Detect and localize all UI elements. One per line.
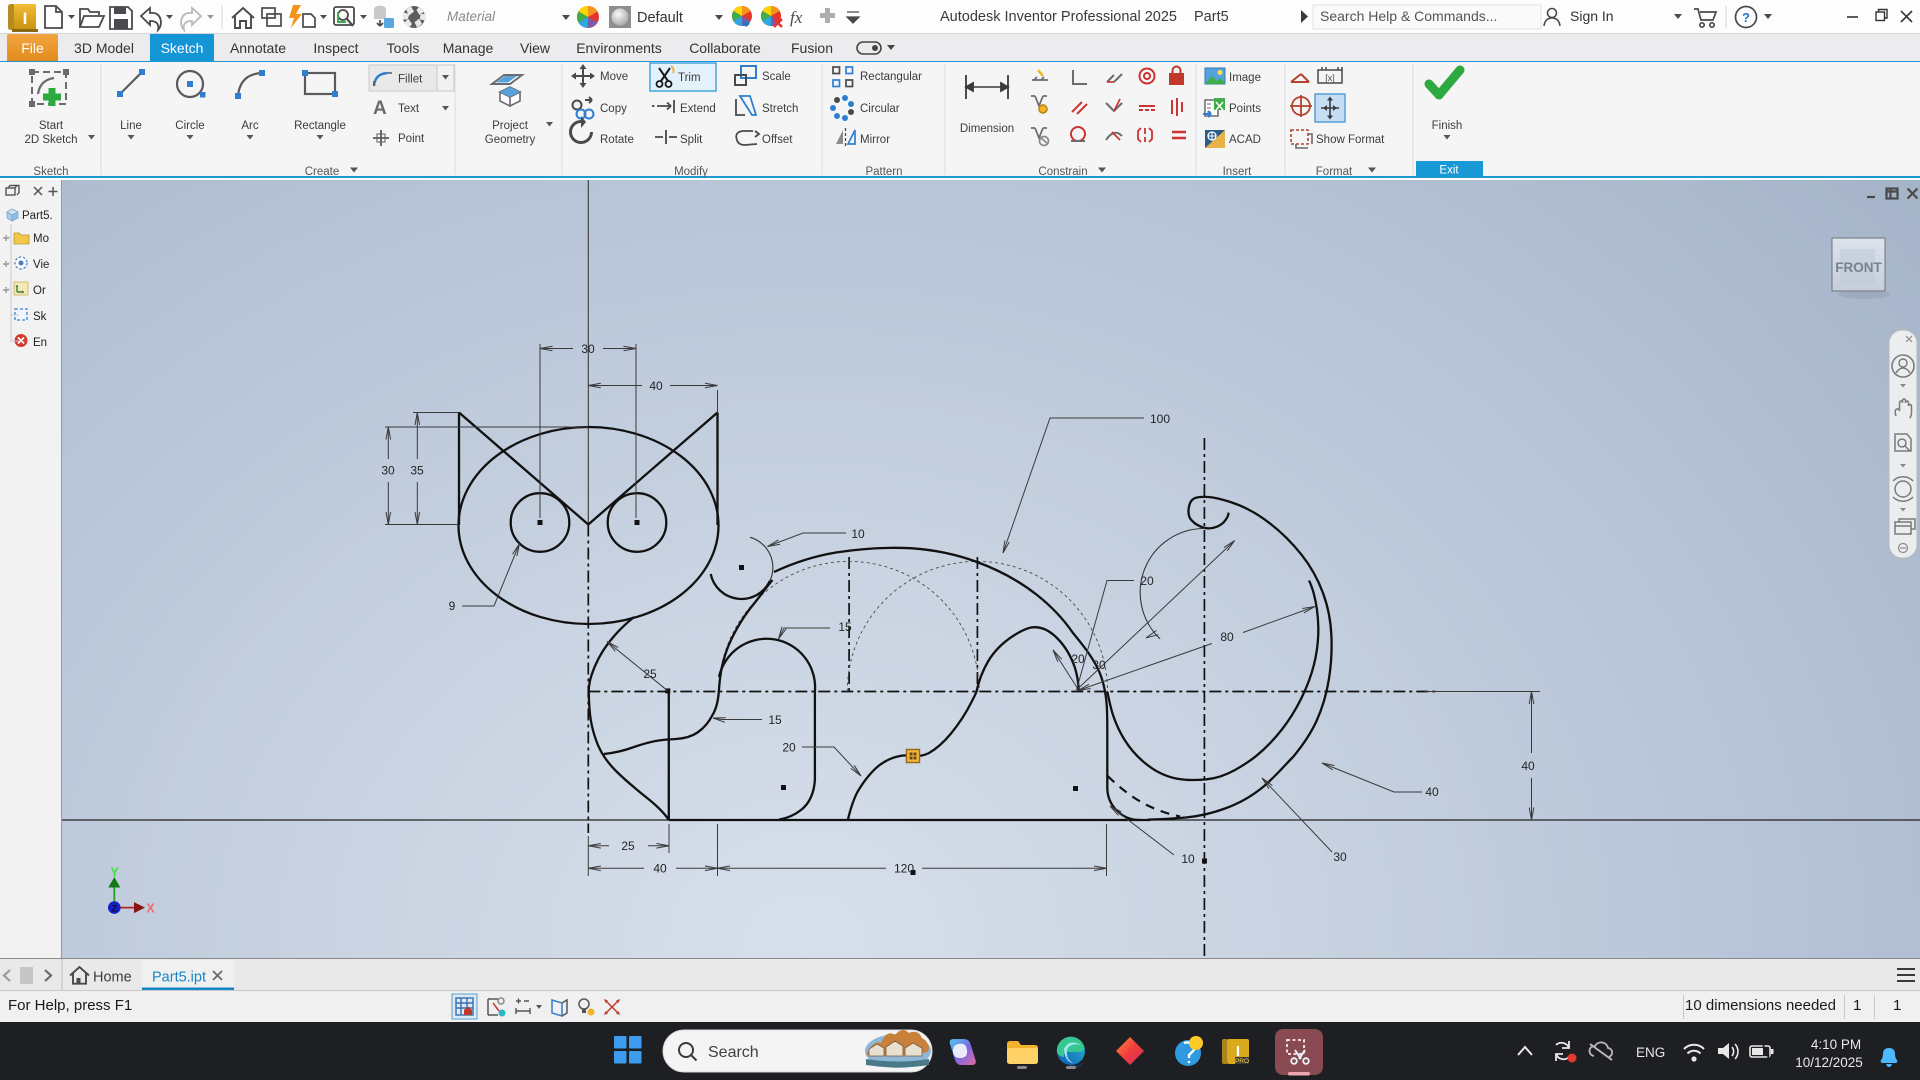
svg-text:Circle: Circle: [175, 120, 204, 132]
svg-text:Sign In: Sign In: [1570, 8, 1614, 24]
svg-text:30: 30: [1333, 850, 1347, 864]
svg-text:I: I: [23, 9, 28, 28]
svg-text:Arc: Arc: [241, 120, 259, 132]
svg-text:Part5: Part5: [1194, 9, 1229, 25]
svg-text:Pattern: Pattern: [865, 166, 902, 177]
svg-text:15: 15: [838, 620, 852, 634]
svg-text:Show Format: Show Format: [1316, 134, 1385, 146]
svg-text:2D Sketch: 2D Sketch: [24, 134, 77, 146]
svg-text:Line: Line: [120, 120, 142, 132]
svg-text:10/12/2025: 10/12/2025: [1795, 1055, 1863, 1070]
svg-text:Fillet: Fillet: [398, 74, 423, 86]
svg-text:Search Help & Commands...: Search Help & Commands...: [1320, 8, 1497, 24]
svg-text:Rectangular: Rectangular: [860, 71, 922, 83]
svg-text:fx: fx: [790, 8, 803, 27]
svg-text:[x]: [x]: [1325, 73, 1335, 83]
svg-text:25: 25: [643, 667, 657, 681]
svg-text:Material: Material: [447, 9, 496, 24]
svg-text:Constrain: Constrain: [1038, 166, 1087, 177]
svg-text:40: 40: [649, 379, 663, 393]
svg-text:40: 40: [1521, 759, 1535, 773]
svg-text:Start: Start: [39, 120, 64, 132]
svg-text:Image: Image: [1229, 72, 1261, 84]
svg-text:10: 10: [1181, 852, 1195, 866]
svg-text:Move: Move: [600, 71, 628, 83]
svg-text:Or: Or: [33, 285, 46, 297]
svg-text:PRO: PRO: [1235, 1058, 1249, 1065]
svg-text:X: X: [146, 902, 155, 916]
svg-text:35: 35: [410, 464, 424, 478]
svg-text:20: 20: [1071, 652, 1085, 666]
svg-text:En: En: [33, 337, 47, 349]
svg-text:Trim: Trim: [678, 72, 701, 84]
svg-text:Autodesk Inventor Professional: Autodesk Inventor Professional 2025: [940, 9, 1177, 25]
svg-text:15: 15: [768, 713, 782, 727]
svg-text:?: ?: [1742, 10, 1750, 25]
svg-text:A: A: [373, 98, 387, 119]
svg-text:30: 30: [381, 464, 395, 478]
svg-text:Part5.: Part5.: [22, 210, 53, 222]
svg-text:Point: Point: [398, 133, 425, 145]
svg-text:Mirror: Mirror: [860, 134, 890, 146]
svg-text:Offset: Offset: [762, 134, 793, 146]
svg-text:40: 40: [1425, 785, 1439, 799]
svg-text:Rotate: Rotate: [600, 134, 634, 146]
svg-text:30: 30: [1092, 658, 1106, 672]
svg-text:Stretch: Stretch: [762, 103, 798, 115]
svg-text:Copy: Copy: [600, 103, 627, 115]
svg-text:Search: Search: [708, 1044, 759, 1061]
svg-text:Circular: Circular: [860, 103, 900, 115]
svg-text:Points: Points: [1229, 103, 1261, 115]
svg-text:Default: Default: [637, 10, 683, 26]
svg-text:Geometry: Geometry: [485, 134, 536, 146]
svg-text:Format: Format: [1316, 166, 1353, 177]
svg-text:Rectangle: Rectangle: [294, 120, 346, 132]
svg-text:Mo: Mo: [33, 233, 49, 245]
svg-text:Text: Text: [398, 103, 420, 115]
svg-text:20: 20: [782, 741, 796, 755]
svg-text:25: 25: [621, 839, 635, 853]
svg-text:ACAD: ACAD: [1229, 134, 1261, 146]
svg-text:100: 100: [1150, 412, 1170, 426]
svg-text:Split: Split: [680, 134, 703, 146]
svg-text:Finish: Finish: [1432, 120, 1463, 132]
svg-text:Dimension: Dimension: [960, 123, 1014, 135]
svg-text:10: 10: [851, 527, 865, 541]
svg-text:Extend: Extend: [680, 103, 716, 115]
svg-text:80: 80: [1220, 630, 1234, 644]
svg-text:Modify: Modify: [674, 166, 708, 177]
svg-text:Scale: Scale: [762, 71, 791, 83]
svg-text:Home: Home: [93, 970, 132, 986]
svg-text:20: 20: [1140, 574, 1154, 588]
svg-text:9: 9: [449, 599, 456, 613]
svg-text:Sketch: Sketch: [33, 166, 68, 177]
svg-text:Vie: Vie: [33, 259, 49, 271]
svg-text:Project: Project: [492, 120, 529, 132]
svg-text:30: 30: [581, 342, 595, 356]
svg-text:Part5.ipt: Part5.ipt: [152, 970, 206, 986]
svg-text:Z: Z: [111, 904, 117, 915]
svg-text:Sk: Sk: [33, 311, 47, 323]
svg-text:4:10 PM: 4:10 PM: [1811, 1037, 1861, 1052]
svg-text:40: 40: [653, 862, 667, 876]
svg-text:FRONT: FRONT: [1835, 260, 1882, 275]
svg-text:Create: Create: [305, 166, 340, 177]
svg-text:ENG: ENG: [1636, 1045, 1665, 1060]
svg-text:Insert: Insert: [1223, 166, 1253, 177]
svg-text:Y: Y: [110, 866, 119, 880]
svg-text:120: 120: [894, 862, 914, 876]
svg-text:Exit: Exit: [1439, 165, 1459, 177]
